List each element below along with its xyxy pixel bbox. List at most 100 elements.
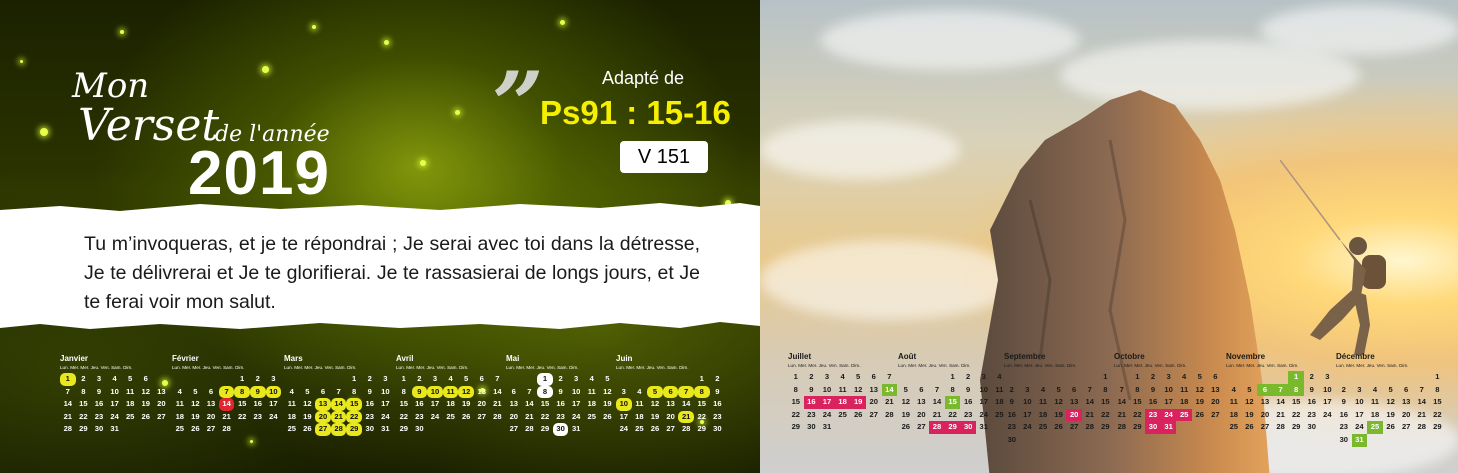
day-cell: 17 — [269, 399, 278, 409]
day-cell: 18 — [1038, 409, 1048, 419]
month-name: Juillet — [788, 352, 812, 361]
day-cell: 20 — [1066, 408, 1082, 422]
day-cell: 26 — [1195, 409, 1204, 419]
day-cell: 2 — [1150, 372, 1156, 381]
weekday-header: Lun. Mer. Mer. Jeu. Ven. Sam. Dim. — [60, 365, 133, 370]
day-cell: 31 — [381, 424, 390, 434]
day-cell: 15 — [346, 398, 362, 411]
day-cell: 29 — [697, 424, 706, 434]
day-cell: 2 — [1341, 384, 1346, 394]
day-cell: 16 — [253, 399, 262, 409]
day-cell: 18 — [175, 411, 185, 421]
day-cell: 29 — [540, 424, 550, 434]
day-cell: 21 — [1276, 409, 1285, 419]
day-cell: 2 — [255, 374, 260, 383]
day-cell: 25 — [1176, 408, 1192, 422]
month-name: Mars — [284, 354, 303, 363]
day-cell: 17 — [1023, 409, 1032, 419]
day-cell-empty — [584, 423, 600, 436]
day-cell: 23 — [1007, 422, 1017, 432]
day-cell: 4 — [589, 374, 594, 383]
day-cell: 12 — [901, 397, 911, 407]
day-cell: 17 — [430, 399, 440, 409]
month-name: Septembre — [1004, 352, 1046, 361]
day-cell: 20 — [1260, 409, 1270, 419]
day-cell: 22 — [79, 411, 88, 421]
day-cell: 30 — [960, 421, 976, 434]
month-calendar: Janvier Lun. Mer. Mer. Jeu. Ven. Sam. Dim… — [60, 354, 172, 436]
day-grid: 1 2 3 4 5 6 7 8 9 10 11 12 13 14 15 16 17 18 19 20 21 22 23 24 2… — [898, 371, 1010, 434]
sparkle — [250, 440, 253, 443]
day-cell: 20 — [509, 411, 519, 421]
day-cell: 11 — [1229, 397, 1238, 407]
day-cell: 3 — [621, 386, 626, 396]
day-cell-empty — [866, 421, 882, 434]
day-cell: 1 — [401, 374, 406, 383]
day-cell: 20 — [1401, 409, 1411, 419]
day-cell: 26 — [1054, 422, 1063, 432]
day-cell: 5 — [605, 374, 610, 383]
day-cell: 7 — [1119, 384, 1124, 394]
day-cell: 5 — [1197, 372, 1202, 381]
weekday-header: Lun. Mer. Mer. Jeu. Ven. Sam. Dim. — [172, 365, 245, 370]
day-cell: 12 — [191, 399, 200, 409]
day-cell-empty — [1320, 421, 1336, 434]
day-cell-empty — [1430, 434, 1446, 447]
day-cell: 24 — [822, 409, 832, 419]
day-cell: 28 — [1276, 422, 1285, 432]
day-cell: 1 — [1288, 371, 1304, 384]
day-cell: 25 — [1229, 422, 1239, 432]
day-cell: 23 — [1145, 408, 1161, 422]
day-cell: 27 — [206, 424, 216, 434]
day-cell: 24 — [571, 411, 581, 421]
day-grid: 1 2 3 4 5 6 7 8 9 10 11 12 13 14 15 16 17 18 19 20 21 22 23 24 2… — [396, 373, 508, 436]
day-cell: 4 — [448, 374, 453, 383]
day-cell: 26 — [1245, 422, 1254, 432]
day-cell — [203, 373, 219, 386]
day-cell: 19 — [1195, 397, 1204, 407]
day-cell — [1114, 371, 1130, 384]
day-cell: 25 — [446, 411, 455, 421]
day-cell: 9 — [367, 386, 372, 396]
day-cell: 19 — [191, 411, 200, 421]
day-cell: 9 — [249, 385, 266, 399]
day-cell: 29 — [791, 422, 801, 432]
day-cell: 5 — [193, 386, 198, 396]
day-cell: 15 — [1133, 397, 1142, 407]
day-cell: 28 — [493, 411, 502, 421]
day-cell: 19 — [603, 399, 612, 409]
day-cell: 30 — [807, 422, 816, 432]
day-cell: 5 — [128, 374, 133, 383]
day-cell-empty — [850, 421, 866, 434]
day-cell: 16 — [963, 397, 973, 407]
day-cell: 24 — [1355, 422, 1364, 432]
day-cell: 8 — [1103, 384, 1108, 394]
month-calendar: Novembre Lun. Mer. Mer. Jeu. Ven. Sam. Di… — [1226, 352, 1338, 434]
day-cell: 21 — [525, 411, 534, 421]
day-cell: 18 — [834, 396, 851, 409]
day-cell — [1257, 371, 1273, 384]
day-cell: 23 — [94, 411, 104, 421]
day-cell: 2 — [81, 374, 86, 383]
day-cell-empty — [1383, 434, 1399, 447]
day-cell: 6 — [662, 385, 679, 399]
day-cell: 10 — [1323, 384, 1332, 394]
day-cell: 31 — [822, 422, 832, 432]
day-cell: 7 — [527, 386, 532, 396]
day-cell-empty — [1398, 434, 1414, 447]
day-cell: 1 — [699, 374, 704, 383]
day-cell: 28 — [1117, 422, 1127, 432]
day-grid: 1 2 3 4 5 6 7 8 9 10 11 12 13 14 15 16 17 18 19 20 21 22 23 24 2… — [1226, 371, 1338, 434]
day-cell: 10 — [110, 386, 119, 396]
sparkle — [262, 66, 269, 73]
day-cell — [929, 371, 945, 384]
day-cell-empty — [1020, 434, 1036, 447]
day-cell: 8 — [1435, 384, 1440, 394]
day-cell: 15 — [540, 399, 550, 409]
day-cell: 22 — [1101, 409, 1110, 419]
day-cell-empty — [458, 423, 474, 436]
day-cell: 11 — [126, 386, 135, 396]
day-cell: 27 — [1401, 422, 1411, 432]
day-cell: 4 — [1182, 372, 1187, 381]
month-calendar: Juillet Lun. Mer. Mer. Jeu. Ven. Sam. Dim… — [788, 352, 900, 434]
